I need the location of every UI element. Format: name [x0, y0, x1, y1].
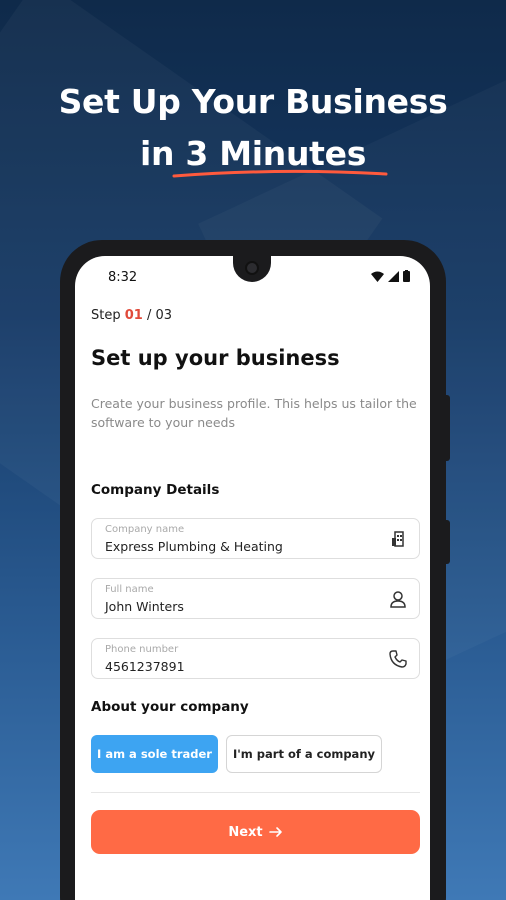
step-current: 01	[124, 308, 143, 323]
phone-number-label: Phone number	[105, 644, 179, 655]
wifi-icon	[371, 271, 384, 282]
next-button-label: Next	[228, 824, 263, 840]
phone-number-value: 4561237891	[105, 659, 185, 674]
full-name-value: John Winters	[105, 599, 184, 614]
promo-headline: Set Up Your Business in 3 Minutes	[0, 76, 506, 180]
company-name-label: Company name	[105, 524, 185, 535]
page-subtitle: Create your business profile. This helps…	[91, 396, 417, 430]
divider	[91, 792, 420, 793]
camera-icon	[245, 261, 259, 275]
building-icon	[392, 531, 404, 547]
step-total: 03	[155, 308, 173, 323]
phone-icon	[389, 650, 407, 668]
status-time: 8:32	[108, 270, 138, 285]
page-title: Set up your business	[91, 346, 340, 370]
phone-screen: 8:32 Step 01 / 03 Set up your business C…	[75, 256, 430, 900]
part-of-company-option[interactable]: I'm part of a company	[226, 735, 382, 773]
step-separator: /	[146, 308, 152, 323]
about-company-heading: About your company	[91, 699, 249, 715]
full-name-label: Full name	[105, 584, 154, 595]
phone-side-button	[445, 520, 450, 564]
step-label: Step	[91, 308, 121, 323]
arrow-right-icon	[268, 827, 282, 837]
step-indicator: Step 01 / 03	[91, 308, 172, 323]
full-name-field[interactable]: Full name John Winters	[91, 578, 420, 619]
sole-trader-option[interactable]: I am a sole trader	[91, 735, 218, 773]
phone-side-button	[445, 395, 450, 461]
signal-icon	[388, 270, 399, 282]
user-icon	[390, 591, 406, 608]
headline-underline	[172, 169, 388, 178]
company-name-field[interactable]: Company name Express Plumbing & Heating	[91, 518, 420, 559]
phone-number-field[interactable]: Phone number 4561237891	[91, 638, 420, 679]
company-name-value: Express Plumbing & Heating	[105, 539, 283, 554]
headline-line-1: Set Up Your Business	[58, 82, 448, 121]
battery-icon	[403, 270, 410, 282]
next-button[interactable]: Next	[91, 810, 420, 854]
status-icons	[371, 270, 410, 282]
company-details-heading: Company Details	[91, 482, 220, 498]
